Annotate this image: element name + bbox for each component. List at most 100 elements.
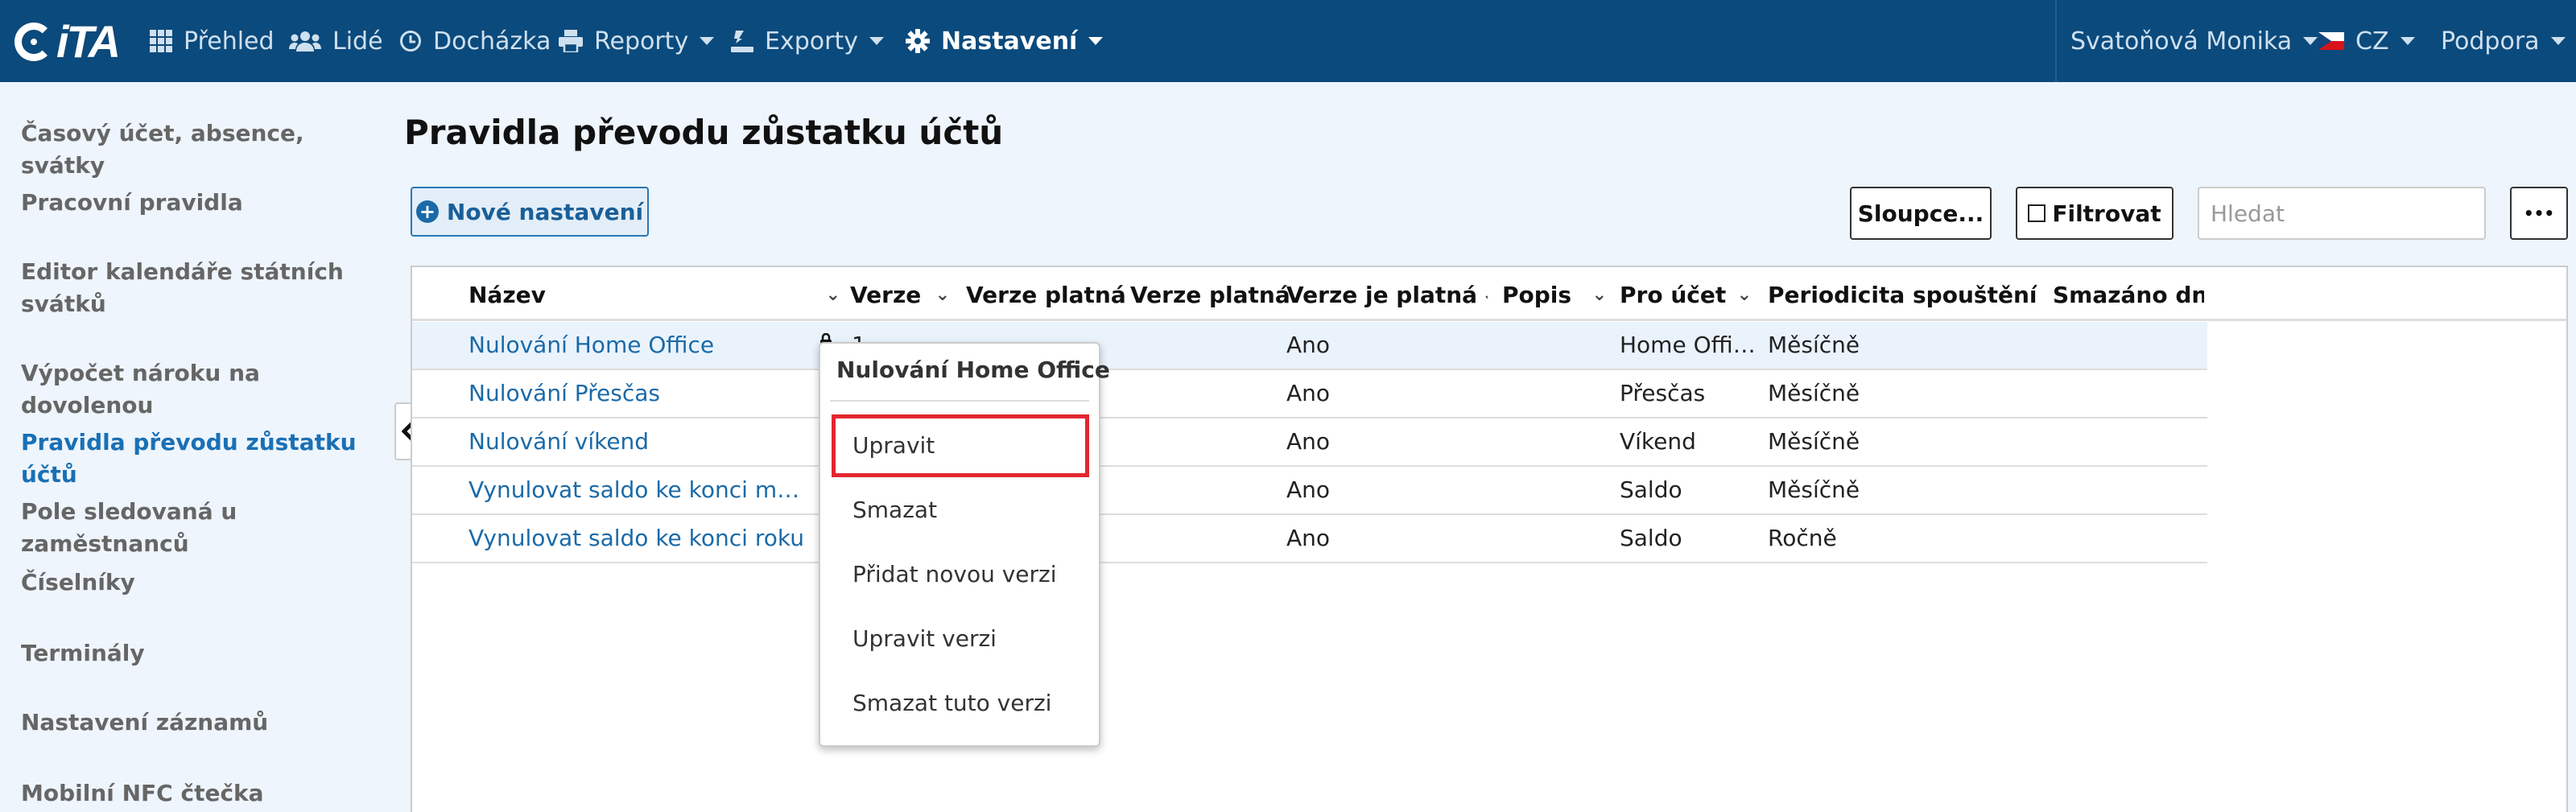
ellipsis-icon: ••• [2523, 204, 2555, 223]
rule-name-link[interactable]: Vynulovat saldo ke konci roku [469, 515, 807, 562]
nav-lide[interactable]: Lidé [289, 0, 383, 82]
valid-cell: Ano [1286, 428, 1331, 455]
table-row[interactable]: Vynulovat saldo ke konci roku Ano Saldo … [412, 515, 2207, 563]
nav-nastaveni[interactable]: Nastavení [906, 0, 1104, 82]
nav-label: Přehled [184, 27, 275, 56]
account-cell: Saldo [1620, 476, 1682, 503]
header-divider [412, 319, 2566, 321]
chevron-down-icon: ⌄ [1477, 285, 1488, 305]
account-cell: Home Office [1620, 332, 1757, 358]
logo-ring-icon [14, 23, 53, 61]
column-header-label: Název [469, 281, 546, 308]
rule-name-link[interactable]: Vynulovat saldo ke konci měsíce [469, 467, 805, 513]
column-header-smazano-dne[interactable]: Smazáno dne [2053, 277, 2204, 312]
sidebar-item-ciselniky[interactable]: Číselníky [21, 567, 383, 599]
chevron-down-icon [700, 37, 715, 45]
account-cell: Saldo [1620, 525, 1682, 551]
nav-exporty[interactable]: Exporty [731, 0, 884, 82]
users-icon [289, 30, 321, 52]
period-cell: Měsíčně [1768, 380, 1860, 406]
rule-name-link[interactable]: Nulování víkend [469, 418, 807, 465]
sidebar-item-terminaly[interactable]: Terminály [21, 637, 383, 670]
czech-flag-icon [2318, 32, 2344, 50]
columns-label: Sloupce... [1857, 200, 1984, 227]
chevron-down-icon: ⌄ [825, 284, 840, 305]
period-cell: Ročně [1768, 525, 1837, 551]
valid-cell: Ano [1286, 380, 1331, 406]
column-header-label: Periodicita spouštění [1768, 281, 2037, 308]
column-header-verze-platna-od[interactable]: Verze platná od [966, 277, 1130, 312]
rule-name-link[interactable]: Nulování Přesčas [469, 370, 807, 417]
column-header-verze[interactable]: Verze ⌄ [850, 277, 950, 312]
column-header-label: Pro účet [1620, 281, 1727, 308]
column-header-verze-platna-do[interactable]: Verze platná do [1130, 277, 1294, 312]
sidebar-item-pole-sledovana[interactable]: Pole sledovaná u zaměstnanců [21, 496, 383, 560]
column-header-popis[interactable]: Popis ⌄ [1502, 277, 1607, 312]
column-header-label: Verze platná od [966, 281, 1130, 308]
sidebar-item-nastaveni-zaznamu[interactable]: Nastavení záznamů [21, 707, 383, 739]
ita-logo[interactable]: iTA [14, 16, 121, 67]
column-header-label: Popis [1502, 281, 1572, 308]
rules-table: Název ⌄ Verze ⌄ Verze platná od Verze plat… [411, 266, 2568, 812]
nav-dochazka[interactable]: Docházka [399, 0, 551, 82]
support-menu[interactable]: Podpora [2441, 0, 2566, 82]
nav-label: Nastavení [941, 27, 1078, 56]
chevron-down-icon [1088, 37, 1104, 45]
chevron-down-icon: ⌄ [1736, 284, 1752, 305]
search-input[interactable] [2198, 187, 2486, 240]
table-row[interactable]: Nulování Home Office 1 Ano Home Office M… [412, 322, 2207, 370]
sidebar-item-vypocet-naroku[interactable]: Výpočet nároku na dovolenou [21, 357, 383, 422]
column-header-verze-je-platna[interactable]: Verze je platná⌄ [1286, 277, 1488, 312]
plus-circle-icon: + [415, 200, 439, 223]
menu-item-upravit[interactable]: Upravit [852, 432, 935, 459]
menu-item-smazat[interactable]: Smazat [852, 497, 937, 523]
row-context-menu: Nulování Home Office Upravit Smazat Přid… [819, 342, 1110, 747]
language-menu[interactable]: CZ [2318, 0, 2415, 82]
column-header-nazev[interactable]: Název ⌄ [469, 277, 840, 312]
filter-button[interactable]: Filtrovat [2016, 187, 2174, 240]
new-setting-button[interactable]: + Nové nastavení [411, 187, 649, 237]
chevron-down-icon [2303, 37, 2318, 45]
sidebar-item-nfc-ctecka[interactable]: Mobilní NFC čtečka [21, 777, 383, 810]
columns-button[interactable]: Sloupce... [1850, 187, 1992, 240]
filter-label: Filtrovat [2052, 200, 2161, 227]
clock-icon [399, 30, 422, 52]
column-header-periodicita[interactable]: Periodicita spouštění⌄ [1768, 277, 2037, 312]
menu-item-pridat-novou-verzi[interactable]: Přidat novou verzi [852, 561, 1057, 587]
sidebar-item-pracovni-pravidla[interactable]: Pracovní pravidla [21, 187, 383, 219]
user-menu[interactable]: Svatoňová Monika [2070, 0, 2318, 82]
menu-item-smazat-tuto-verzi[interactable]: Smazat tuto verzi [852, 690, 1051, 716]
gear-icon [906, 29, 930, 53]
context-menu-title: Nulování Home Office [836, 357, 1110, 383]
checkbox-icon [2028, 204, 2046, 222]
column-header-pro-ucet[interactable]: Pro účet ⌄ [1620, 277, 1752, 312]
column-header-label: Verze platná do [1130, 281, 1294, 308]
grid-icon [150, 30, 172, 52]
context-menu-divider [830, 400, 1089, 402]
nav-label: Docházka [433, 27, 551, 56]
chevron-down-icon [2400, 37, 2415, 45]
table-row[interactable]: Nulování víkend Ano Víkend Měsíčně [412, 418, 2207, 467]
rule-name-link[interactable]: Nulování Home Office [469, 322, 807, 369]
sidebar-item-casovy-ucet[interactable]: Časový účet, absence, svátky [21, 117, 383, 182]
nav-prehled[interactable]: Přehled [150, 0, 275, 82]
table-row[interactable]: Nulování Přesčas Ano Přesčas Měsíčně [412, 370, 2207, 418]
logo-text: iTA [56, 16, 121, 67]
sidebar-item-editor-kalendare[interactable]: Editor kalendáře státních svátků [21, 256, 383, 320]
user-name: Svatoňová Monika [2070, 27, 2293, 56]
column-header-label: Verze je platná [1286, 281, 1478, 308]
sidebar-item-pravidla-prevodu[interactable]: Pravidla převodu zůstatku účtů [21, 427, 383, 491]
export-icon [731, 29, 753, 53]
menu-item-upravit-verzi[interactable]: Upravit verzi [852, 625, 997, 652]
more-options-button[interactable]: ••• [2510, 187, 2568, 240]
settings-sidebar: Časový účet, absence, svátky Pracovní pr… [0, 82, 394, 812]
top-navbar: iTA Přehled Lidé Docházka Reporty Export… [0, 0, 2576, 82]
column-header-label: Smazáno dne [2053, 281, 2204, 308]
chevron-down-icon: ⌄ [935, 284, 950, 305]
table-row[interactable]: Vynulovat saldo ke konci měsíce Ano Sald… [412, 467, 2207, 515]
nav-reporty[interactable]: Reporty [559, 0, 715, 82]
print-icon [559, 30, 583, 52]
chevron-down-icon [2550, 37, 2566, 45]
account-cell: Víkend [1620, 428, 1696, 455]
valid-cell: Ano [1286, 332, 1331, 358]
